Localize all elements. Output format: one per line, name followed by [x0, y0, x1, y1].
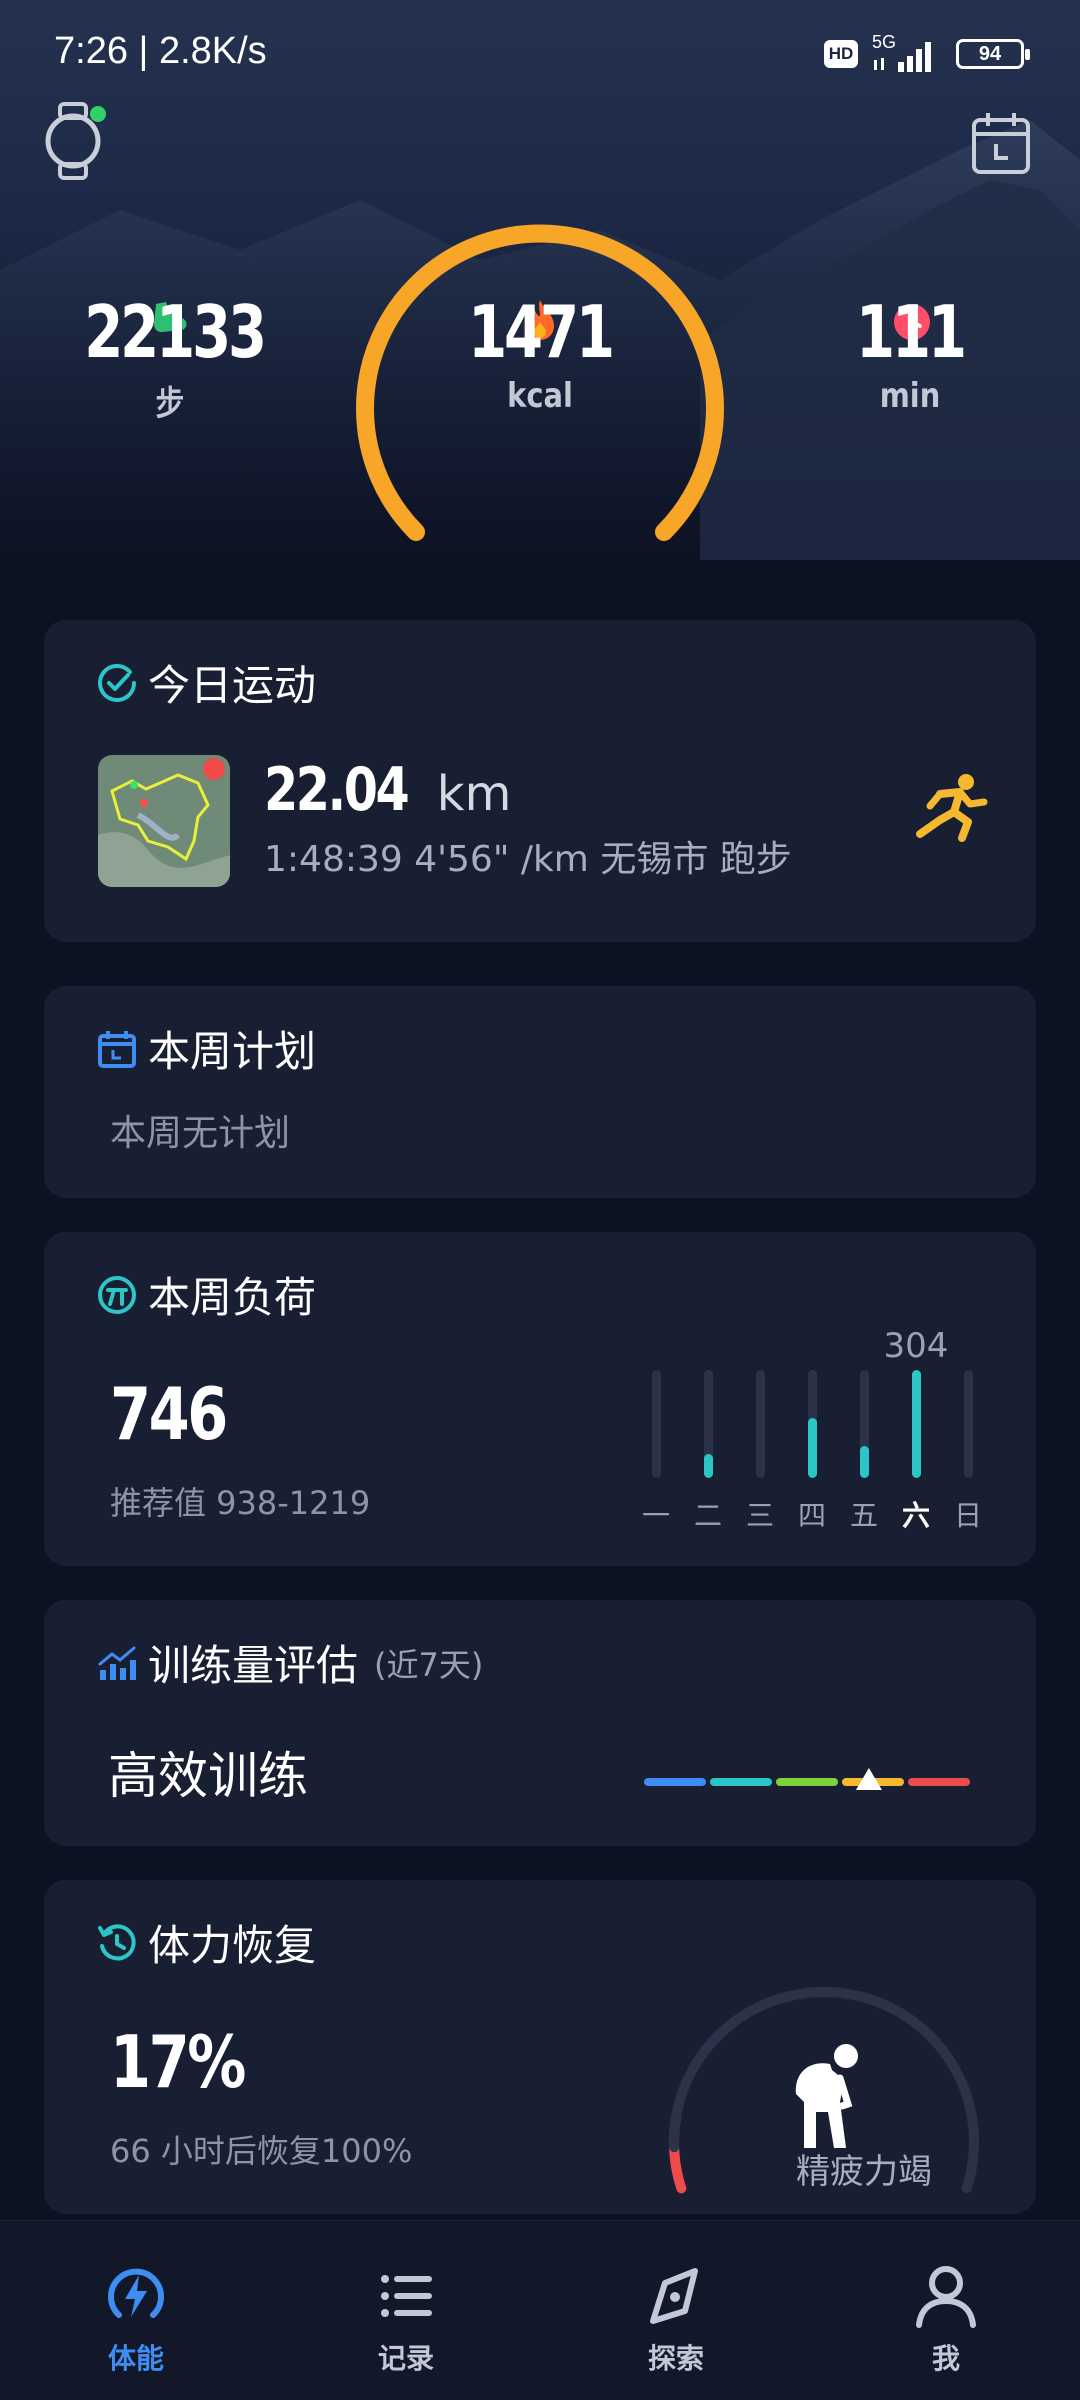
compass-icon: [650, 2268, 698, 2324]
training-assessment-card[interactable]: 训练量评估 (近7天) 高效训练: [44, 1600, 1036, 1846]
distance-value: 22.04: [264, 755, 410, 825]
minutes-unit: min: [879, 376, 941, 416]
weekly-load-bars: 一二三四五六 304 日: [636, 1304, 996, 1544]
minutes-value: 111: [856, 290, 967, 374]
status-icons: HD 5G 94: [824, 32, 1030, 74]
hd-badge: HD: [824, 40, 858, 68]
nav-label: 记录: [377, 2342, 434, 2375]
activity-detail: 1:48:39 4'56" /km 无锡市 跑步: [264, 839, 792, 880]
distance: 22.04 km: [264, 755, 511, 825]
watch-icon[interactable]: [40, 100, 110, 182]
running-icon: [916, 774, 988, 842]
check-circle-icon: [98, 663, 136, 702]
training-assessment-subtitle: (近7天): [374, 1645, 484, 1684]
load-bar-track: [860, 1370, 869, 1478]
training-status: 高效训练: [108, 1747, 308, 1805]
signal-icon: 5G: [872, 32, 942, 74]
weekly-load-recommendation: 推荐值 938-1219: [110, 1484, 371, 1522]
network-type: 5G: [872, 32, 897, 52]
card-title: 训练量评估 (近7天): [96, 1632, 483, 1693]
recovery-card[interactable]: 体力恢复 17% 66 小时后恢复100% 精疲力竭: [44, 1880, 1036, 2214]
user-icon: [916, 2266, 976, 2328]
bottom-nav: 体能 记录 探索 我: [0, 2220, 1080, 2400]
calories-value: 1471: [468, 290, 615, 374]
list-icon: [381, 2275, 432, 2317]
load-bar-track: [704, 1370, 713, 1478]
status-time: 7:26 | 2.8K/s: [54, 30, 267, 72]
load-peak-label: 304: [883, 1326, 949, 1366]
weekly-plan-empty-text: 本周无计划: [110, 1113, 291, 1154]
load-bar-3: 三: [740, 1304, 780, 1544]
load-bar-fill: [860, 1446, 869, 1478]
load-bar-fill: [704, 1454, 713, 1478]
bolt-icon: [108, 2268, 164, 2318]
training-assessment-title: 训练量评估: [148, 1641, 359, 1690]
status-bar: 7:26 | 2.8K/s HD 5G 94: [0, 0, 1080, 110]
load-bar-track: [756, 1370, 765, 1478]
battery-icon: 94: [956, 39, 1030, 69]
load-bar-day-label: 日: [953, 1499, 982, 1532]
weekly-load-card[interactable]: 本周负荷 746 推荐值 938-1219 一二三四五六 304 日: [44, 1232, 1036, 1566]
card-title: 今日运动: [96, 652, 316, 713]
nav-item-fitness[interactable]: 体能: [56, 2261, 216, 2377]
route-map-thumbnail[interactable]: [98, 755, 230, 887]
load-bar-day-label: 四: [797, 1499, 826, 1532]
card-title: 体力恢复: [96, 1912, 316, 1973]
training-scale: [644, 1768, 970, 1790]
calories-unit: kcal: [507, 376, 573, 416]
load-bar-track: [964, 1370, 973, 1478]
nav-label: 我: [931, 2342, 960, 2375]
load-bar-7: 日: [948, 1304, 988, 1544]
scale-segment-5: [908, 1778, 970, 1786]
battery-level: 94: [978, 42, 1002, 65]
calendar-plan-icon: [98, 1030, 136, 1068]
load-bar-day-label: 六: [901, 1499, 930, 1532]
weekly-plan-title: 本周计划: [148, 1027, 317, 1076]
weekly-load-value: 746: [110, 1372, 228, 1456]
load-bar-track: [652, 1370, 661, 1478]
nav-item-records[interactable]: 记录: [326, 2261, 486, 2377]
steps-unit: 步: [155, 384, 185, 424]
steps-value: 22133: [84, 290, 267, 374]
scale-segment-3: [776, 1778, 838, 1786]
nav-item-explore[interactable]: 探索: [596, 2261, 756, 2377]
recovery-title: 体力恢复: [148, 1921, 317, 1970]
load-bar-6: 六 304: [884, 1304, 949, 1544]
distance-unit: km: [436, 766, 512, 822]
load-gauge-icon: [98, 1275, 136, 1314]
weekly-load-title: 本周负荷: [148, 1273, 317, 1322]
trend-bars-icon: [98, 1646, 136, 1680]
load-bar-fill: [912, 1370, 921, 1478]
recovery-note: 66 小时后恢复100%: [110, 2132, 413, 2170]
load-bar-1: 一: [636, 1304, 676, 1544]
load-bar-track: [808, 1370, 817, 1478]
weekly-plan-card[interactable]: 本周计划 本周无计划: [44, 986, 1036, 1198]
minutes-stat[interactable]: 111 min: [800, 290, 1020, 416]
load-bar-2: 二: [688, 1304, 728, 1544]
load-bar-day-label: 五: [849, 1499, 878, 1532]
load-bar-fill: [808, 1418, 817, 1478]
today-activity-card[interactable]: 今日运动 22.04 km 1:48:39 4'56" /km 无锡市 跑步: [44, 620, 1036, 942]
load-bar-day-label: 一: [641, 1499, 670, 1532]
nav-label: 体能: [107, 2342, 164, 2375]
scale-segment-1: [644, 1778, 706, 1786]
steps-stat[interactable]: 22133 步: [60, 290, 280, 425]
nav-item-me[interactable]: 我: [866, 2261, 1026, 2377]
recovery-history-icon: [98, 1923, 136, 1960]
card-title: 本周负荷: [96, 1264, 316, 1325]
load-bar-day-label: 三: [745, 1499, 774, 1532]
recovery-value: 17%: [110, 2020, 246, 2104]
calories-stat[interactable]: 1471 kcal: [420, 290, 660, 416]
today-activity-title: 今日运动: [148, 661, 317, 710]
nav-label: 探索: [647, 2342, 704, 2375]
card-title: 本周计划: [96, 1018, 316, 1079]
scale-segment-2: [710, 1778, 772, 1786]
load-bar-track: [912, 1370, 921, 1478]
load-bar-4: 四: [792, 1304, 832, 1544]
fatigue-status: 精疲力竭: [796, 2152, 932, 2192]
exhausted-person-icon: [795, 2044, 858, 2148]
calendar-icon[interactable]: [970, 110, 1032, 176]
load-bar-day-label: 二: [693, 1499, 722, 1532]
